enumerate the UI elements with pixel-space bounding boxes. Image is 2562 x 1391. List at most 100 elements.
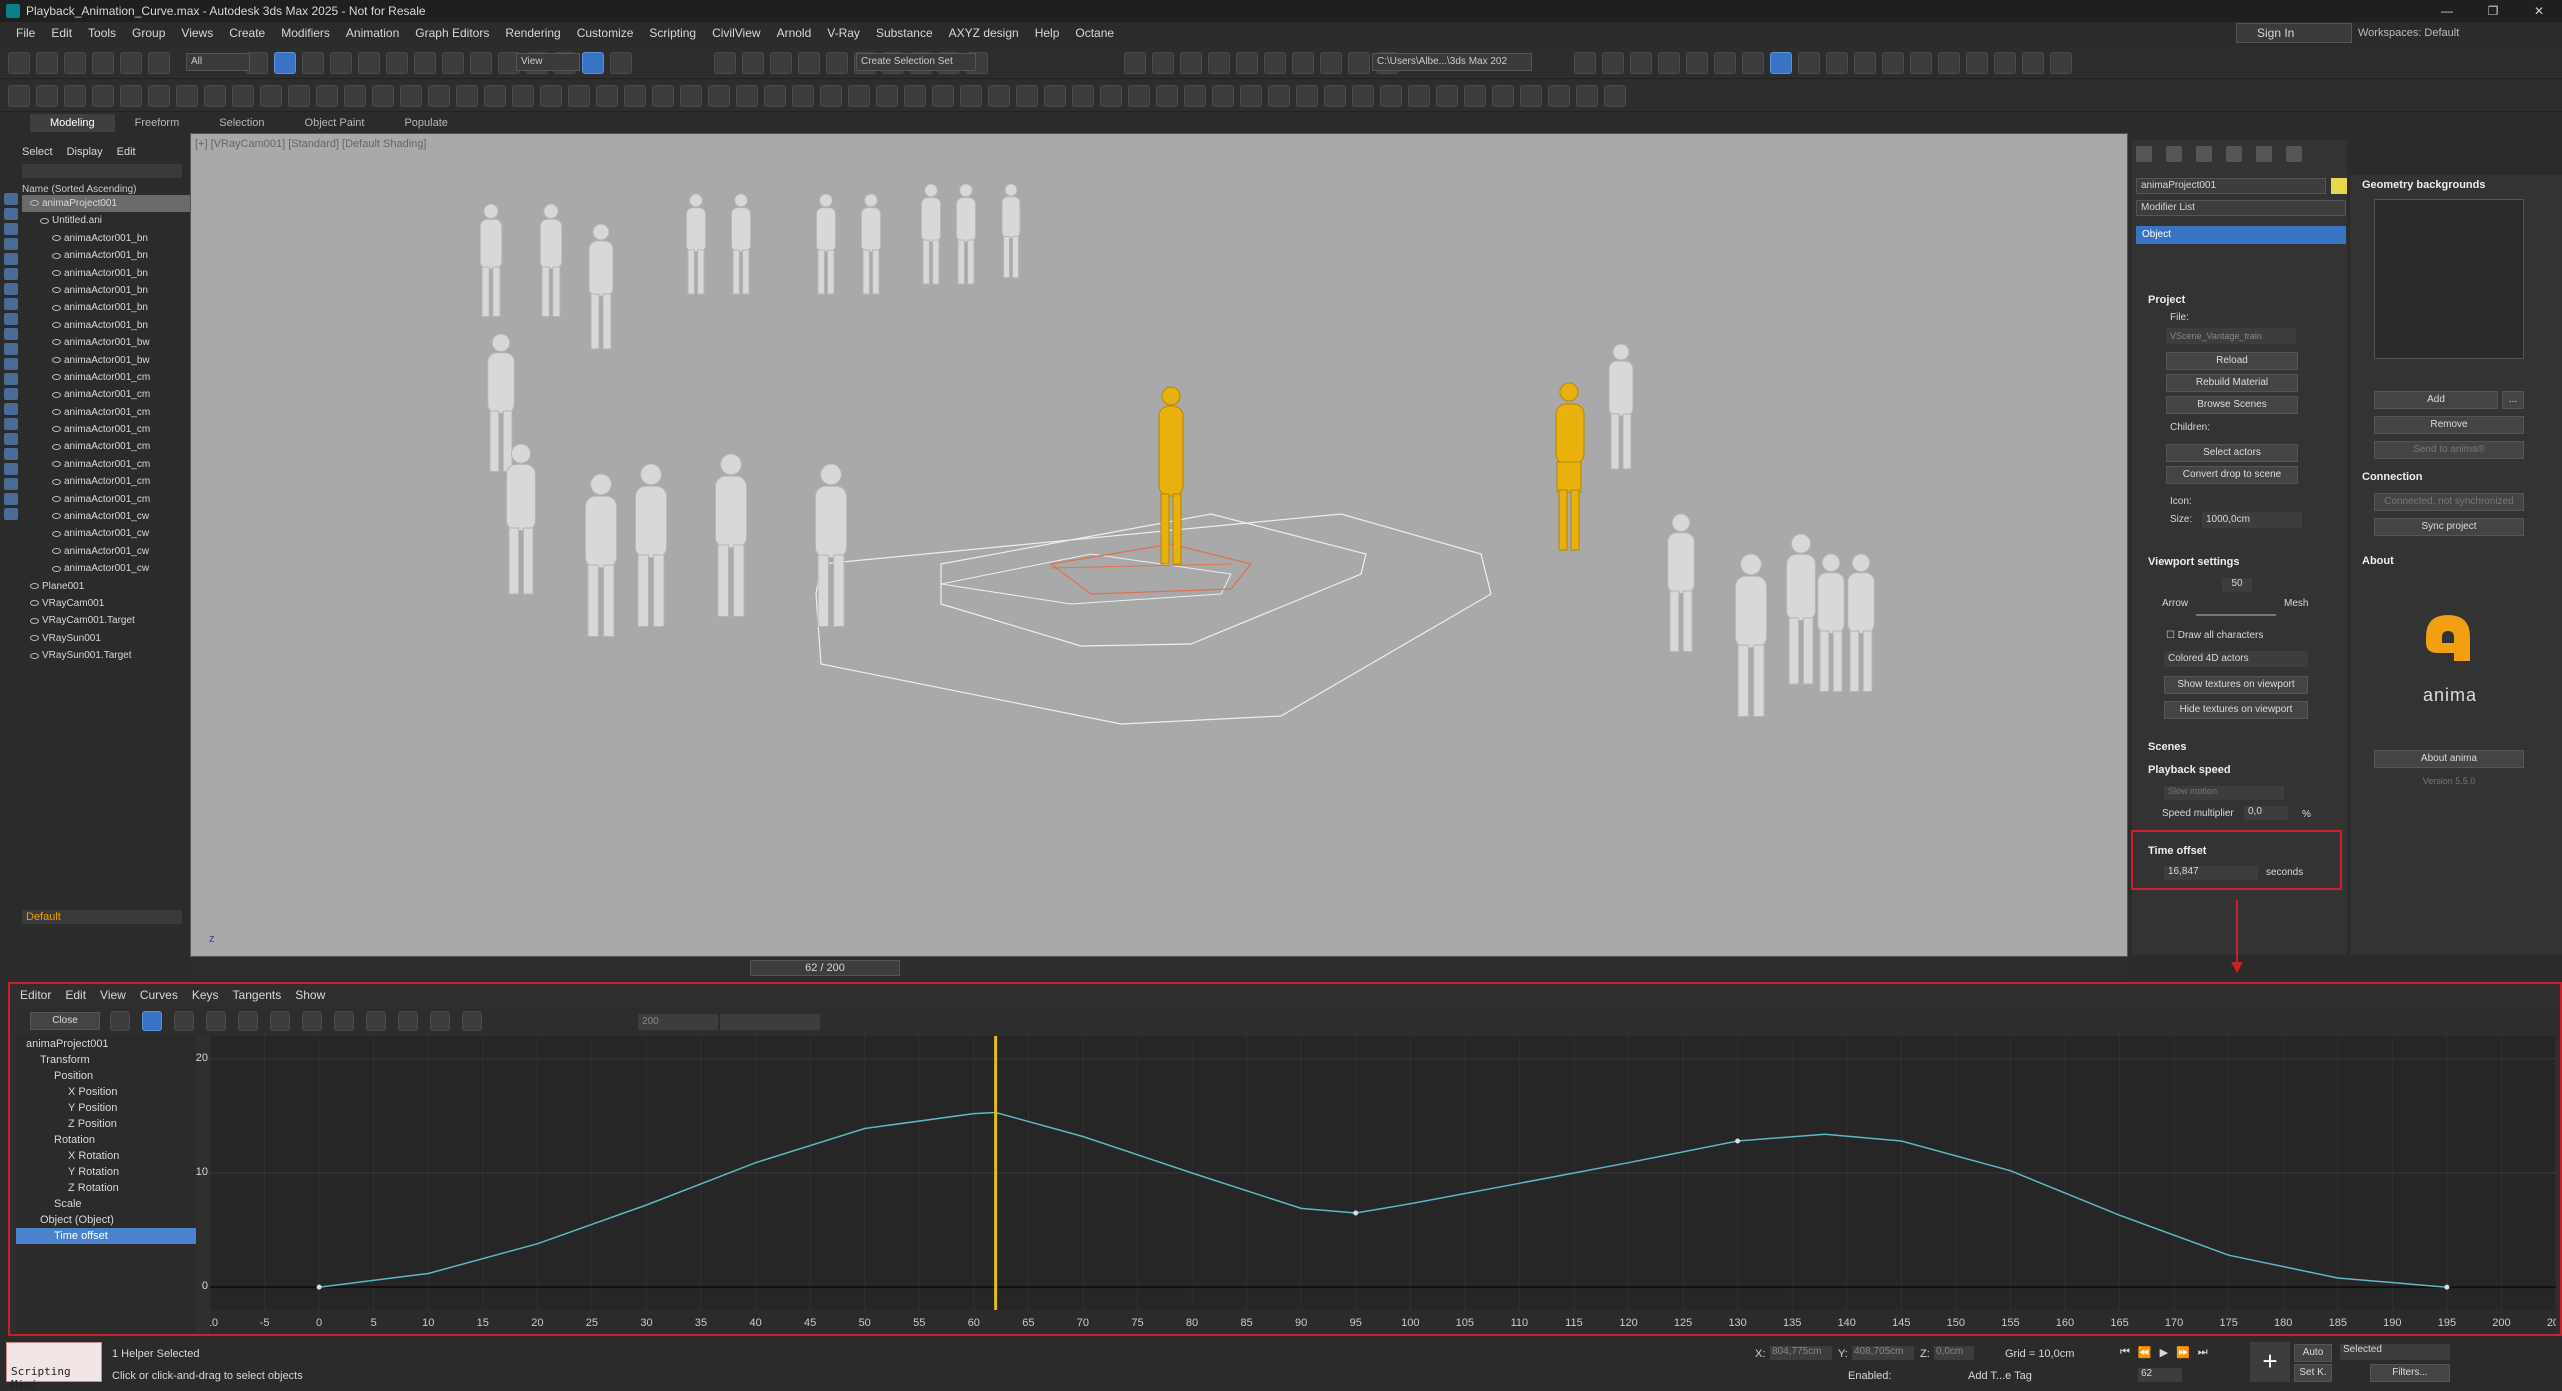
ribbon-tab-object-paint[interactable]: Object Paint [285, 114, 385, 132]
tool-icon[interactable] [1826, 52, 1848, 74]
scene-item[interactable]: animaActor001_cw [22, 508, 190, 525]
menu-axyz-design[interactable]: AXYZ design [941, 22, 1027, 44]
tool-icon[interactable] [1492, 85, 1514, 107]
scene-item[interactable]: Untitled.ani [22, 212, 190, 229]
tool-icon[interactable] [792, 85, 814, 107]
key-filter-dropdown[interactable]: Selected [2340, 1344, 2450, 1360]
visibility-eye-icon[interactable] [40, 217, 49, 224]
menu-tools[interactable]: Tools [80, 22, 124, 44]
tool-icon[interactable] [148, 85, 170, 107]
explorer-filter-icon[interactable] [4, 358, 18, 370]
tool-icon[interactable] [1742, 52, 1764, 74]
tool-icon[interactable] [456, 85, 478, 107]
explorer-filter-icon[interactable] [4, 223, 18, 235]
sync-project-button[interactable]: Sync project [2374, 518, 2524, 536]
workspaces-selector[interactable]: Workspaces: Default [2358, 23, 2558, 43]
arrow-mesh-slider[interactable] [2196, 614, 2276, 616]
scene-item[interactable]: animaActor001_bn [22, 299, 190, 316]
motion-tab-icon[interactable] [2226, 146, 2242, 162]
visibility-eye-icon[interactable] [52, 374, 61, 381]
scene-item[interactable]: VRayCam001 [22, 595, 190, 612]
controller-item[interactable]: Position [16, 1068, 196, 1084]
scene-item[interactable]: animaActor001_cw [22, 560, 190, 577]
curve-tool-icon[interactable] [206, 1011, 226, 1031]
menu-create[interactable]: Create [221, 22, 273, 44]
tool-icon[interactable] [680, 85, 702, 107]
tool-icon[interactable] [708, 85, 730, 107]
tool-icon[interactable] [302, 52, 324, 74]
utilities-tab-icon[interactable] [2286, 146, 2302, 162]
tool-icon[interactable] [1352, 85, 1374, 107]
scene-item[interactable]: animaActor001_cm [22, 491, 190, 508]
tool-icon[interactable] [1324, 85, 1346, 107]
tool-icon[interactable] [1882, 52, 1904, 74]
play-icon[interactable]: ▶ [2160, 1346, 2168, 1359]
scene-item[interactable]: VRaySun001.Target [22, 647, 190, 664]
curve-menu-curves[interactable]: Curves [140, 988, 178, 1002]
tool-icon[interactable] [260, 85, 282, 107]
scene-tab-select[interactable]: Select [22, 146, 53, 158]
scene-item[interactable]: animaActor001_bn [22, 247, 190, 264]
geometry-backgrounds-title[interactable]: Geometry backgrounds [2362, 179, 2485, 191]
controller-item[interactable]: X Position [16, 1084, 196, 1100]
ribbon-tab-modeling[interactable]: Modeling [30, 114, 115, 132]
explorer-filter-icon[interactable] [4, 463, 18, 475]
tool-icon[interactable] [8, 52, 30, 74]
convert-drop-button[interactable]: Convert drop to scene [2166, 466, 2298, 484]
explorer-filter-icon[interactable] [4, 268, 18, 280]
ribbon-tab-freeform[interactable]: Freeform [115, 114, 200, 132]
current-frame-field[interactable]: 62 [2138, 1368, 2182, 1382]
controller-item[interactable]: X Rotation [16, 1148, 196, 1164]
tool-icon[interactable] [1658, 52, 1680, 74]
visibility-eye-icon[interactable] [52, 269, 61, 276]
curve-tool-icon[interactable] [238, 1011, 258, 1031]
tool-icon[interactable] [1714, 52, 1736, 74]
show-textures-button[interactable]: Show textures on viewport [2164, 676, 2308, 694]
tool-icon[interactable] [120, 52, 142, 74]
size-spinner[interactable]: 1000,0cm [2202, 512, 2302, 528]
visibility-eye-icon[interactable] [52, 426, 61, 433]
tool-icon[interactable] [316, 85, 338, 107]
minimize-icon[interactable]: — [2424, 0, 2470, 22]
tool-icon[interactable] [742, 52, 764, 74]
explorer-filter-icon[interactable] [4, 418, 18, 430]
tool-icon[interactable] [876, 85, 898, 107]
scene-item[interactable]: animaActor001_bn [22, 317, 190, 334]
tool-icon[interactable] [1240, 85, 1262, 107]
tool-icon[interactable] [288, 85, 310, 107]
curve-tool-icon[interactable] [142, 1011, 162, 1031]
explorer-filter-icon[interactable] [4, 193, 18, 205]
auto-key-button[interactable]: Auto [2294, 1344, 2332, 1362]
more-button[interactable]: ... [2502, 391, 2524, 409]
scene-tab-edit[interactable]: Edit [117, 146, 136, 158]
explorer-filter-icon[interactable] [4, 298, 18, 310]
tool-icon[interactable] [1152, 52, 1174, 74]
controller-item[interactable]: Object (Object) [16, 1212, 196, 1228]
tool-icon[interactable] [568, 85, 590, 107]
browse-scenes-button[interactable]: Browse Scenes [2166, 396, 2298, 414]
tool-icon[interactable] [764, 85, 786, 107]
tool-icon[interactable] [582, 52, 604, 74]
curve-tool-icon[interactable] [110, 1011, 130, 1031]
tool-icon[interactable] [1798, 52, 1820, 74]
explorer-filter-icon[interactable] [4, 508, 18, 520]
scene-column-header[interactable]: Name (Sorted Ascending) [22, 184, 190, 195]
tool-icon[interactable] [1576, 85, 1598, 107]
explorer-filter-icon[interactable] [4, 313, 18, 325]
tool-icon[interactable] [1548, 85, 1570, 107]
send-to-anima-button[interactable]: Send to anima® [2374, 441, 2524, 459]
explorer-filter-icon[interactable] [4, 208, 18, 220]
menu-views[interactable]: Views [173, 22, 221, 44]
tool-icon[interactable] [1854, 52, 1876, 74]
visibility-eye-icon[interactable] [52, 478, 61, 485]
tool-icon[interactable] [344, 85, 366, 107]
tool-icon[interactable] [624, 85, 646, 107]
controller-item[interactable]: Scale [16, 1196, 196, 1212]
scene-item[interactable]: animaActor001_bn [22, 230, 190, 247]
value-field-2[interactable] [720, 1014, 820, 1030]
reload-button[interactable]: Reload [2166, 352, 2298, 370]
curve-menu-edit[interactable]: Edit [65, 988, 86, 1002]
explorer-filter-icon[interactable] [4, 478, 18, 490]
tool-icon[interactable] [1604, 85, 1626, 107]
tool-icon[interactable] [798, 52, 820, 74]
